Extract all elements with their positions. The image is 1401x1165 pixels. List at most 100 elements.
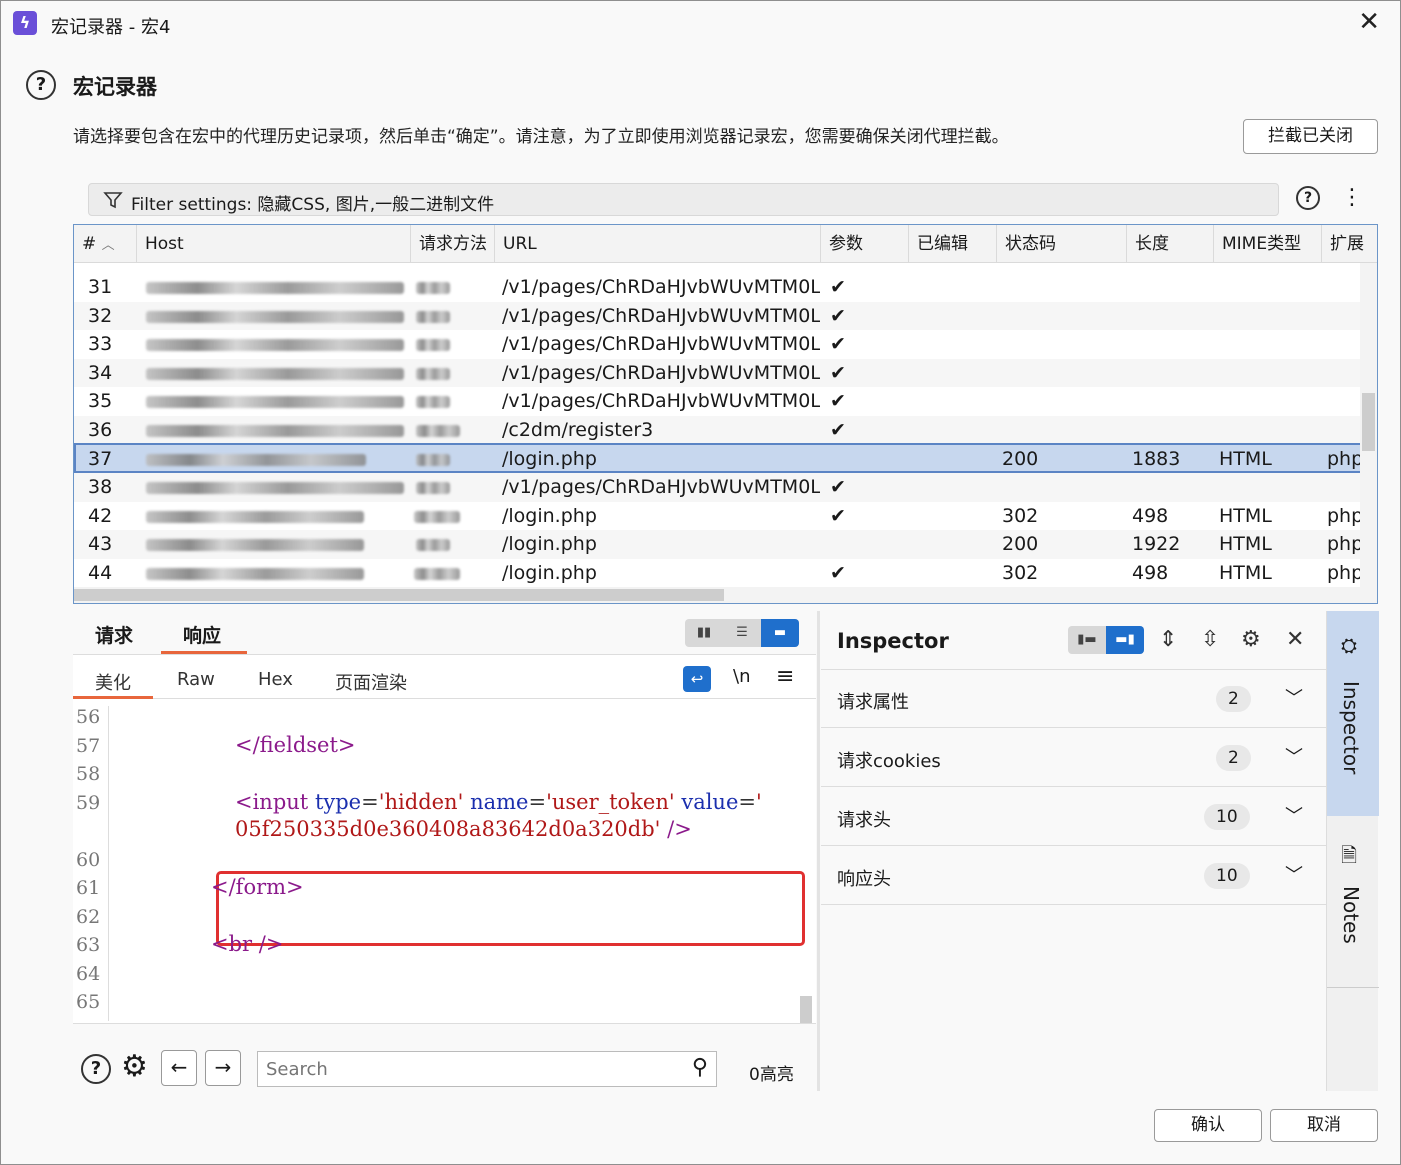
row-status: 302	[1002, 504, 1039, 527]
section-label: 请求cookies	[837, 751, 941, 772]
close-icon[interactable]: ✕	[1286, 626, 1304, 654]
help-icon[interactable]: ?	[26, 70, 56, 100]
burp-app-icon: ϟ	[13, 11, 37, 35]
row-number: 38	[88, 476, 113, 498]
column-header-host[interactable]: Host	[137, 225, 411, 263]
line-number: 61	[76, 877, 101, 899]
tab-raw[interactable]: Raw	[177, 669, 215, 690]
table-row[interactable]: 44 /login.php ✔ 302 498 HTML php	[74, 559, 1363, 588]
collapse-all-icon[interactable]: ⇳	[1201, 626, 1219, 654]
line-number: 63	[76, 934, 101, 956]
code-line-63: <br />	[211, 932, 284, 956]
inspector-section-request-cookies[interactable]: 请求cookies 2 ﹀	[821, 729, 1326, 787]
row-number: 37	[88, 448, 113, 470]
table-row[interactable]: 36 /c2dm/register3 ✔	[74, 415, 1362, 444]
more-options-icon[interactable]: ⋮	[1341, 185, 1363, 211]
code-scrollbar-thumb[interactable]	[800, 996, 812, 1024]
rail-tab-inspector[interactable]: ⛭ Inspector	[1327, 611, 1379, 816]
inspector-icon: ⛭	[1341, 633, 1357, 657]
word-wrap-icon[interactable]: ↩	[683, 666, 711, 692]
table-row-partial[interactable]	[74, 263, 1362, 271]
table-vertical-scrollbar[interactable]	[1360, 263, 1377, 588]
column-header-status[interactable]: 状态码	[997, 225, 1127, 263]
row-length: 1922	[1132, 533, 1181, 555]
column-header-url[interactable]: URL	[495, 225, 821, 263]
show-newlines-button[interactable]: \n	[733, 666, 750, 687]
hamburger-menu-icon[interactable]: ≡	[776, 664, 794, 689]
row-mime: HTML	[1219, 561, 1272, 584]
redacted-method	[416, 424, 460, 437]
inspector-panel: Inspector ▮▬ ▬▮ ⇕ ⇳ ⚙ ✕ 请求属性 2 ﹀ 请求cooki…	[821, 611, 1326, 1091]
tab-response[interactable]: 响应	[183, 621, 221, 648]
tab-render[interactable]: 页面渲染	[335, 669, 407, 695]
row-number: 36	[88, 418, 113, 441]
row-number: 44	[88, 561, 113, 584]
inspector-layout-toggle[interactable]: ▮▬ ▬▮	[1068, 626, 1144, 654]
redacted-method	[416, 396, 450, 408]
split-horizontal-icon[interactable]: ☰	[723, 619, 761, 647]
inspector-section-request-attributes[interactable]: 请求属性 2 ﹀	[821, 670, 1326, 728]
layout-right-icon[interactable]: ▬▮	[1106, 626, 1144, 654]
column-header-method[interactable]: 请求方法	[411, 225, 495, 263]
previous-match-button[interactable]: ←	[161, 1050, 197, 1086]
row-url: /login.php	[502, 504, 597, 527]
pane-divider[interactable]	[817, 611, 820, 1091]
search-field[interactable]: ⚲	[257, 1051, 717, 1087]
tab-pretty[interactable]: 美化	[95, 669, 131, 695]
cancel-button[interactable]: 取消	[1270, 1109, 1378, 1142]
column-header-number[interactable]: # ︿	[74, 225, 137, 263]
next-match-button[interactable]: →	[205, 1050, 241, 1086]
scrollbar-thumb[interactable]	[74, 589, 724, 601]
scrollbar-thumb[interactable]	[1362, 393, 1375, 451]
help-icon[interactable]: ?	[81, 1054, 111, 1084]
table-row[interactable]: 32 /v1/pages/ChRDaHJvbWUvMTM0L... ✔	[74, 301, 1362, 330]
gear-icon[interactable]: ⚙	[121, 1052, 148, 1082]
row-url: /v1/pages/ChRDaHJvbWUvMTM0L...	[502, 390, 820, 412]
table-row[interactable]: 42 /login.php ✔ 302 498 HTML php	[74, 502, 1363, 531]
gear-icon[interactable]: ⚙	[1241, 626, 1261, 654]
table-row-selected[interactable]: 37 /login.php 200 1883 HTML php	[74, 443, 1363, 473]
row-params-check: ✔	[830, 561, 846, 584]
inspector-section-response-headers[interactable]: 响应头 10 ﹀	[821, 847, 1326, 905]
table-row[interactable]: 43 /login.php 200 1922 HTML php	[74, 530, 1364, 559]
row-extension: php	[1327, 533, 1364, 555]
code-view[interactable]: 56 57 58 59 60 61 62 63 64 65 </fieldset…	[73, 706, 816, 1024]
column-header-mime[interactable]: MIME类型	[1214, 225, 1322, 263]
table-row[interactable]: 31 /v1/pages/ChRDaHJvbWUvMTM0L... ✔	[74, 273, 1362, 302]
column-header-params[interactable]: 参数	[821, 225, 909, 263]
ok-button[interactable]: 确认	[1154, 1109, 1262, 1142]
search-bar: ? ⚙ ← → ⚲ 0高亮	[73, 1023, 816, 1091]
close-icon[interactable]: ✕	[1358, 7, 1380, 37]
table-row[interactable]: 35 /v1/pages/ChRDaHJvbWUvMTM0L... ✔	[74, 387, 1362, 416]
table-row[interactable]: 34 /v1/pages/ChRDaHJvbWUvMTM0L... ✔	[74, 358, 1362, 387]
redacted-host	[146, 339, 404, 351]
column-header-extension[interactable]: 扩展	[1322, 225, 1377, 263]
rail-tab-notes[interactable]: 🗎 Notes	[1327, 831, 1379, 986]
tab-hex[interactable]: Hex	[258, 669, 293, 690]
line-number-gutter: 56 57 58 59 60 61 62 63 64 65	[73, 706, 109, 1021]
rail-label-notes: Notes	[1339, 886, 1363, 944]
tab-request[interactable]: 请求	[95, 621, 133, 648]
table-horizontal-scrollbar[interactable]	[74, 587, 1377, 603]
line-number: 58	[76, 763, 101, 785]
intercept-toggle-button[interactable]: 拦截已关闭	[1243, 119, 1378, 154]
column-header-length[interactable]: 长度	[1127, 225, 1214, 263]
column-header-edited[interactable]: 已编辑	[909, 225, 997, 263]
title-bar: ϟ 宏记录器 - 宏4 ✕	[1, 1, 1400, 47]
filter-settings-bar[interactable]: Filter settings: 隐藏CSS, 图片,一般二进制文件	[88, 183, 1279, 216]
search-input[interactable]	[266, 1057, 676, 1081]
filter-help-icon[interactable]: ?	[1296, 186, 1320, 210]
single-pane-icon[interactable]: ▬	[761, 619, 799, 647]
expand-all-icon[interactable]: ⇕	[1159, 626, 1177, 654]
section-count-badge: 2	[1216, 686, 1251, 712]
table-row[interactable]: 33 /v1/pages/ChRDaHJvbWUvMTM0L... ✔	[74, 330, 1362, 359]
layout-toggle[interactable]: ▮▮ ☰ ▬	[685, 619, 799, 647]
inspector-section-request-headers[interactable]: 请求头 10 ﹀	[821, 788, 1326, 846]
table-row[interactable]: 38 /v1/pages/ChRDaHJvbWUvMTM0L... ✔	[74, 473, 1362, 502]
row-params-check: ✔	[830, 333, 846, 355]
split-vertical-icon[interactable]: ▮▮	[685, 619, 723, 647]
redacted-host	[146, 510, 364, 523]
highlight-count: 0高亮	[749, 1065, 794, 1085]
code-value: '	[756, 790, 762, 814]
layout-left-icon[interactable]: ▮▬	[1068, 626, 1106, 654]
